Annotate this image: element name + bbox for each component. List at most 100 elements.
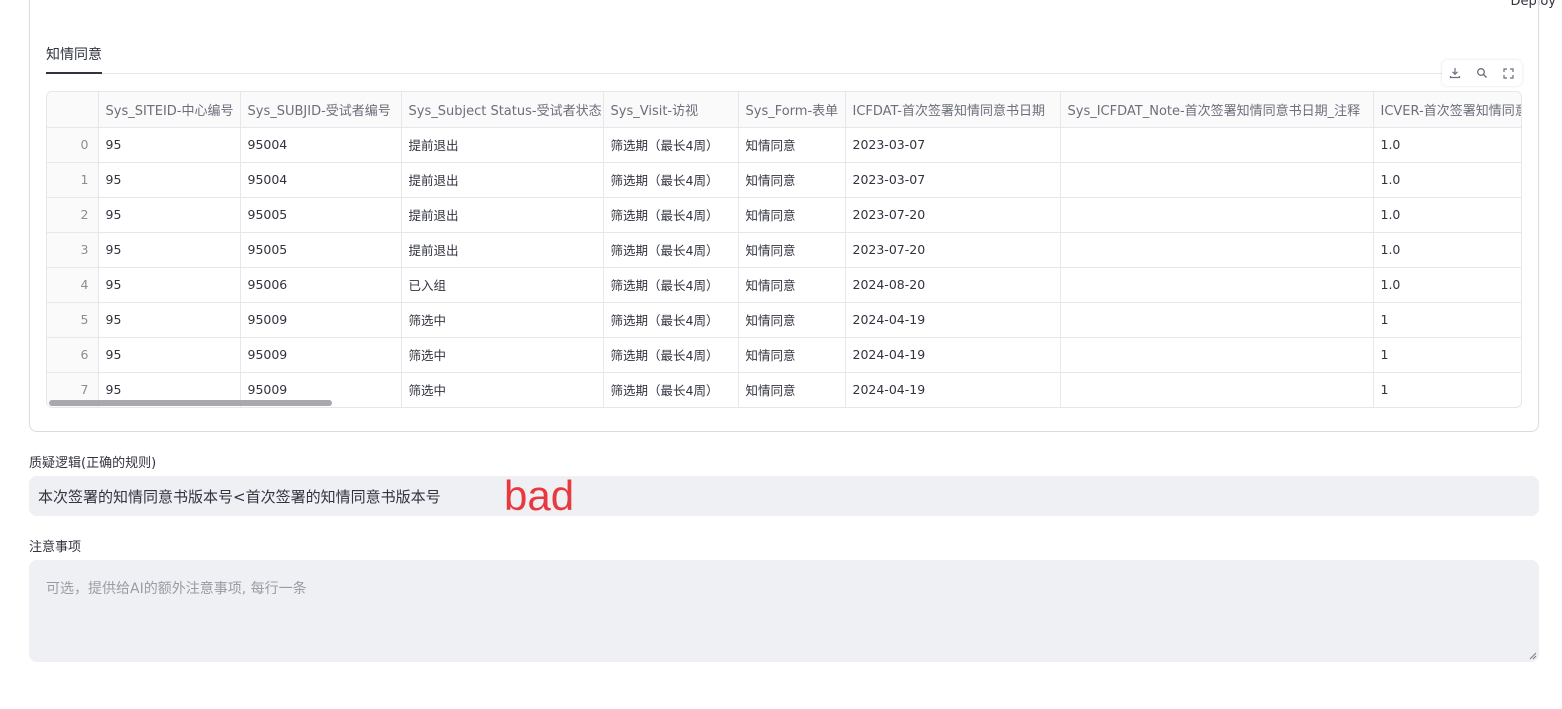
data-table: Sys_SITEID-中心编号 Sys_SUBJID-受试者编号 Sys_Sub… — [47, 92, 1521, 407]
table-cell[interactable] — [1060, 267, 1374, 303]
dataframe-toolbar — [1442, 60, 1522, 86]
table-header-row: Sys_SITEID-中心编号 Sys_SUBJID-受试者编号 Sys_Sub… — [47, 92, 1521, 128]
table-cell[interactable]: 知情同意 — [738, 267, 846, 303]
table-cell[interactable]: 筛选中 — [401, 302, 604, 338]
notes-textarea[interactable]: 可选，提供给AI的额外注意事项, 每行一条 — [29, 560, 1539, 662]
table-cell[interactable]: 2024-04-19 — [845, 302, 1061, 338]
column-header[interactable]: Sys_SUBJID-受试者编号 — [240, 92, 402, 128]
table-cell[interactable]: 提前退出 — [401, 197, 604, 233]
row-index: 5 — [47, 302, 99, 338]
table-cell[interactable] — [1060, 162, 1374, 198]
table-cell[interactable]: 知情同意 — [738, 232, 846, 268]
resize-handle-icon[interactable] — [1529, 652, 1537, 660]
table-cell[interactable]: 95 — [98, 197, 241, 233]
tab-informed-consent[interactable]: 知情同意 — [46, 40, 102, 74]
notes-label: 注意事项 — [29, 540, 82, 555]
horizontal-scrollbar[interactable] — [49, 400, 332, 406]
table-cell[interactable] — [1060, 302, 1374, 338]
table-cell[interactable]: 知情同意 — [738, 127, 846, 163]
table-cell[interactable]: 95009 — [240, 302, 402, 338]
column-header[interactable]: ICVER-首次签署知情同意 — [1373, 92, 1521, 128]
table-cell[interactable]: 95005 — [240, 232, 402, 268]
table-row[interactable]: 1 95 95004 提前退出 筛选期（最长4周） 知情同意 2023-03-07 1.0 — [47, 162, 1521, 198]
table-cell[interactable]: 2024-04-19 — [845, 337, 1061, 373]
table-cell[interactable]: 95004 — [240, 162, 402, 198]
table-cell[interactable]: 筛选期（最长4周） — [603, 372, 739, 407]
table-cell[interactable]: 1.0 — [1373, 232, 1521, 268]
table-cell[interactable]: 筛选期（最长4周） — [603, 162, 739, 198]
table-cell[interactable]: 2023-03-07 — [845, 162, 1061, 198]
table-cell[interactable]: 知情同意 — [738, 162, 846, 198]
table-cell[interactable]: 1.0 — [1373, 127, 1521, 163]
query-logic-label: 质疑逻辑(正确的规则) — [29, 456, 157, 471]
row-index: 2 — [47, 197, 99, 233]
table-cell[interactable]: 1.0 — [1373, 197, 1521, 233]
table-cell[interactable]: 筛选期（最长4周） — [603, 232, 739, 268]
fullscreen-icon[interactable] — [1499, 63, 1519, 83]
column-header[interactable]: Sys_Form-表单 — [738, 92, 846, 128]
table-row[interactable]: 5 95 95009 筛选中 筛选期（最长4周） 知情同意 2024-04-19 1 — [47, 302, 1521, 338]
table-cell[interactable]: 95 — [98, 232, 241, 268]
tab-bar: 知情同意 — [46, 40, 1521, 74]
table-cell[interactable]: 95 — [98, 337, 241, 373]
table-cell[interactable]: 提前退出 — [401, 127, 604, 163]
table-cell[interactable]: 筛选期（最长4周） — [603, 197, 739, 233]
table-cell[interactable]: 1.0 — [1373, 267, 1521, 303]
table-cell[interactable] — [1060, 372, 1374, 407]
table-cell[interactable]: 筛选期（最长4周） — [603, 127, 739, 163]
column-header[interactable]: ICFDAT-首次签署知情同意书日期 — [845, 92, 1061, 128]
table-cell[interactable]: 提前退出 — [401, 162, 604, 198]
table-cell[interactable]: 2024-08-20 — [845, 267, 1061, 303]
table-cell[interactable] — [1060, 197, 1374, 233]
table-cell[interactable]: 2023-07-20 — [845, 232, 1061, 268]
table-cell[interactable]: 已入组 — [401, 267, 604, 303]
table-cell[interactable] — [1060, 337, 1374, 373]
table-cell[interactable]: 95 — [98, 267, 241, 303]
table-cell[interactable]: 2023-03-07 — [845, 127, 1061, 163]
table-cell[interactable]: 知情同意 — [738, 197, 846, 233]
table-cell[interactable]: 1 — [1373, 302, 1521, 338]
table-cell[interactable] — [1060, 127, 1374, 163]
table-cell[interactable]: 95 — [98, 127, 241, 163]
table-cell[interactable]: 筛选期（最长4周） — [603, 337, 739, 373]
table-cell[interactable]: 1.0 — [1373, 162, 1521, 198]
table-cell[interactable]: 知情同意 — [738, 372, 846, 407]
table-cell[interactable]: 筛选期（最长4周） — [603, 267, 739, 303]
row-index: 6 — [47, 337, 99, 373]
table-row[interactable]: 0 95 95004 提前退出 筛选期（最长4周） 知情同意 2023-03-07 1.0 — [47, 127, 1521, 163]
table-cell[interactable]: 95009 — [240, 337, 402, 373]
table-cell[interactable] — [1060, 232, 1374, 268]
column-header[interactable]: Sys_SITEID-中心编号 — [98, 92, 241, 128]
table-cell[interactable]: 筛选中 — [401, 372, 604, 407]
query-logic-input[interactable]: 本次签署的知情同意书版本号<首次签署的知情同意书版本号 — [29, 476, 1539, 516]
table-row[interactable]: 6 95 95009 筛选中 筛选期（最长4周） 知情同意 2024-04-19 1 — [47, 337, 1521, 373]
table-cell[interactable]: 知情同意 — [738, 337, 846, 373]
table-row[interactable]: 4 95 95006 已入组 筛选期（最长4周） 知情同意 2024-08-20 1.0 — [47, 267, 1521, 303]
column-header[interactable]: Sys_Visit-访视 — [603, 92, 739, 128]
table-cell[interactable]: 95005 — [240, 197, 402, 233]
column-header[interactable]: Sys_ICFDAT_Note-首次签署知情同意书日期_注释 — [1060, 92, 1374, 128]
download-icon[interactable] — [1445, 63, 1465, 83]
table-row[interactable]: 3 95 95005 提前退出 筛选期（最长4周） 知情同意 2023-07-20 1.0 — [47, 232, 1521, 268]
column-header-index — [47, 92, 99, 128]
table-cell[interactable]: 1 — [1373, 372, 1521, 407]
data-grid[interactable]: Sys_SITEID-中心编号 Sys_SUBJID-受试者编号 Sys_Sub… — [46, 91, 1522, 408]
table-cell[interactable]: 95004 — [240, 127, 402, 163]
table-cell[interactable]: 知情同意 — [738, 302, 846, 338]
search-icon[interactable] — [1472, 63, 1492, 83]
row-index: 4 — [47, 267, 99, 303]
table-cell[interactable]: 2023-07-20 — [845, 197, 1061, 233]
table-cell[interactable]: 95 — [98, 162, 241, 198]
table-cell[interactable]: 2024-04-19 — [845, 372, 1061, 407]
row-index: 3 — [47, 232, 99, 268]
table-row[interactable]: 2 95 95005 提前退出 筛选期（最长4周） 知情同意 2023-07-20 1.0 — [47, 197, 1521, 233]
table-cell[interactable]: 提前退出 — [401, 232, 604, 268]
table-cell[interactable]: 95006 — [240, 267, 402, 303]
row-index: 0 — [47, 127, 99, 163]
table-cell[interactable]: 95 — [98, 302, 241, 338]
row-index: 1 — [47, 162, 99, 198]
column-header[interactable]: Sys_Subject Status-受试者状态 — [401, 92, 604, 128]
table-cell[interactable]: 筛选期（最长4周） — [603, 302, 739, 338]
table-cell[interactable]: 筛选中 — [401, 337, 604, 373]
table-cell[interactable]: 1 — [1373, 337, 1521, 373]
